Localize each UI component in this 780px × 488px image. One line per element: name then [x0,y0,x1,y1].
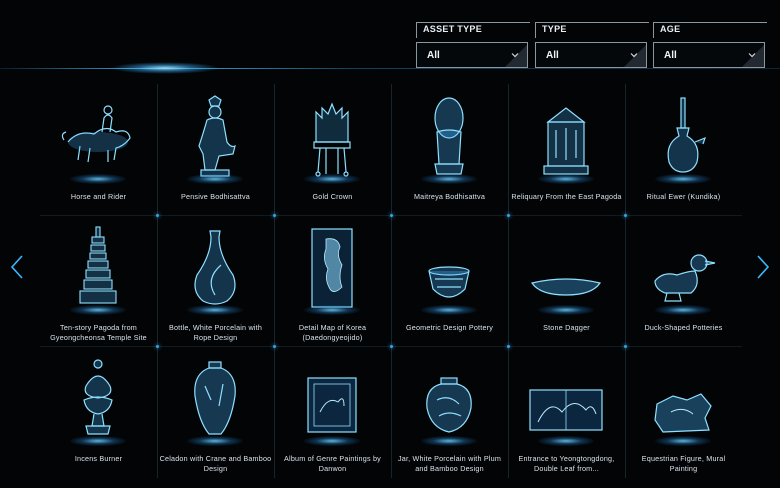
artifact-name: Equestrian Figure, Mural Painting [641,454,726,473]
horse-rider-icon [61,105,131,163]
asset-type-select[interactable]: All [416,42,528,68]
display-glow [304,305,360,315]
display-glow [70,436,126,446]
ewer-icon [667,97,706,173]
display-glow [187,436,243,446]
mural-fragment-icon [654,393,712,433]
artifact-card-gold-crown[interactable]: Gold Crown [274,84,391,215]
display-glow [655,174,711,184]
artifact-name: Duck-Shaped Potteries [644,323,723,332]
artifact-name: Entrance to Yeongtongdong, Double Leaf f… [518,454,615,473]
age-value: All [664,50,677,61]
artifact-card-stone-dagger[interactable]: Stone Dagger [508,215,625,346]
display-glow [304,174,360,184]
type-value: All [546,50,559,61]
pottery-icon [428,266,470,298]
celadon-vase-icon [194,361,236,435]
artifact-card-pensive-bodhisattva[interactable]: Pensive Bodhisattva [157,84,274,215]
artifact-name: Maitreya Bodhisattva [413,192,486,201]
filter-label-type: TYPE [535,22,649,38]
display-glow [304,436,360,446]
type-select[interactable]: All [535,42,647,68]
artifact-card-entrance-yeongtongdong[interactable]: Entrance to Yeongtongdong, Double Leaf f… [508,346,625,477]
artifact-name: Incens Burner [74,454,123,463]
display-glow [655,436,711,446]
artifact-name: Pensive Bodhisattva [181,192,250,201]
artifact-name: Bottle, White Porcelain with Rope Design [168,323,263,342]
artifact-grid: Horse and Rider Pensive Bodhisattva Gold… [40,84,742,478]
filter-asset-type: ASSET TYPE All [416,22,530,68]
artifact-name: Stone Dagger [543,323,590,332]
display-glow [187,305,243,315]
filter-age: AGE All [653,22,767,68]
display-glow [70,174,126,184]
maitreya-statue-icon [434,97,464,175]
chevron-down-icon [630,53,638,58]
artifact-card-duck-shaped-potteries[interactable]: Duck-Shaped Potteries [625,215,742,346]
artifact-name: Gold Crown [312,192,353,201]
chevron-down-icon [511,53,519,58]
artifact-name: Album of Genre Paintings by Danwon [284,454,381,473]
display-glow [655,305,711,315]
artifact-name: Ritual Ewer (Kundika) [646,192,721,201]
incense-burner-icon [83,359,113,435]
jar-icon [426,377,472,433]
filter-type: TYPE All [535,22,649,68]
display-glow [421,305,477,315]
artifact-card-equestrian-figure[interactable]: Equestrian Figure, Mural Painting [625,346,742,477]
display-glow [538,436,594,446]
artifact-name: Ten-story Pagoda from Gyeongcheonsa Temp… [50,323,147,342]
chevron-right-icon[interactable] [756,254,770,280]
display-glow [538,174,594,184]
chevron-left-icon[interactable] [10,254,24,280]
display-glow [421,174,477,184]
map-icon [311,228,353,308]
album-painting-icon [307,377,357,433]
artifact-name: Detail Map of Korea (Daedongyeojido) [298,323,367,342]
filter-label-asset-type: ASSET TYPE [416,22,530,38]
artifact-card-celadon-crane-bamboo[interactable]: Celadon with Crane and Bamboo Design [157,346,274,477]
duck-vessel-icon [654,254,716,302]
chevron-down-icon [748,53,756,58]
display-glow [187,174,243,184]
asset-type-value: All [427,50,440,61]
artifact-card-jar-plum-bamboo[interactable]: Jar, White Porcelain with Plum and Bambo… [391,346,508,477]
artifact-name: Reliquary From the East Pagoda [511,192,622,201]
artifact-card-detail-map-of-korea[interactable]: Detail Map of Korea (Daedongyeojido) [274,215,391,346]
display-glow [70,305,126,315]
artifact-card-incense-burner[interactable]: Incens Burner [40,346,157,477]
artifact-name: Geometric Design Pottery [405,323,494,332]
artifact-card-album-genre-paintings[interactable]: Album of Genre Paintings by Danwon [274,346,391,477]
display-glow [538,305,594,315]
filter-label-age: AGE [653,22,767,38]
reliquary-icon [543,107,589,175]
dagger-icon [531,278,601,296]
display-glow [421,436,477,446]
artifact-card-reliquary[interactable]: Reliquary From the East Pagoda [508,84,625,215]
artifact-card-geometric-design-pottery[interactable]: Geometric Design Pottery [391,215,508,346]
header-glow [110,62,220,74]
crown-icon [313,102,351,177]
artifact-name: Celadon with Crane and Bamboo Design [159,454,272,473]
bottle-icon [194,230,236,305]
artifact-name: Horse and Rider [70,192,127,201]
artifact-card-horse-and-rider[interactable]: Horse and Rider [40,84,157,215]
artifact-card-ritual-ewer[interactable]: Ritual Ewer (Kundika) [625,84,742,215]
bodhisattva-statue-icon [198,95,236,177]
artifact-card-ten-story-pagoda[interactable]: Ten-story Pagoda from Gyeongcheonsa Temp… [40,215,157,346]
artifact-name: Jar, White Porcelain with Plum and Bambo… [397,454,502,473]
age-select[interactable]: All [653,42,765,68]
artifact-card-white-porcelain-bottle[interactable]: Bottle, White Porcelain with Rope Design [157,215,274,346]
artifact-card-maitreya-bodhisattva[interactable]: Maitreya Bodhisattva [391,84,508,215]
scroll-painting-icon [529,389,603,431]
pagoda-icon [79,226,117,304]
